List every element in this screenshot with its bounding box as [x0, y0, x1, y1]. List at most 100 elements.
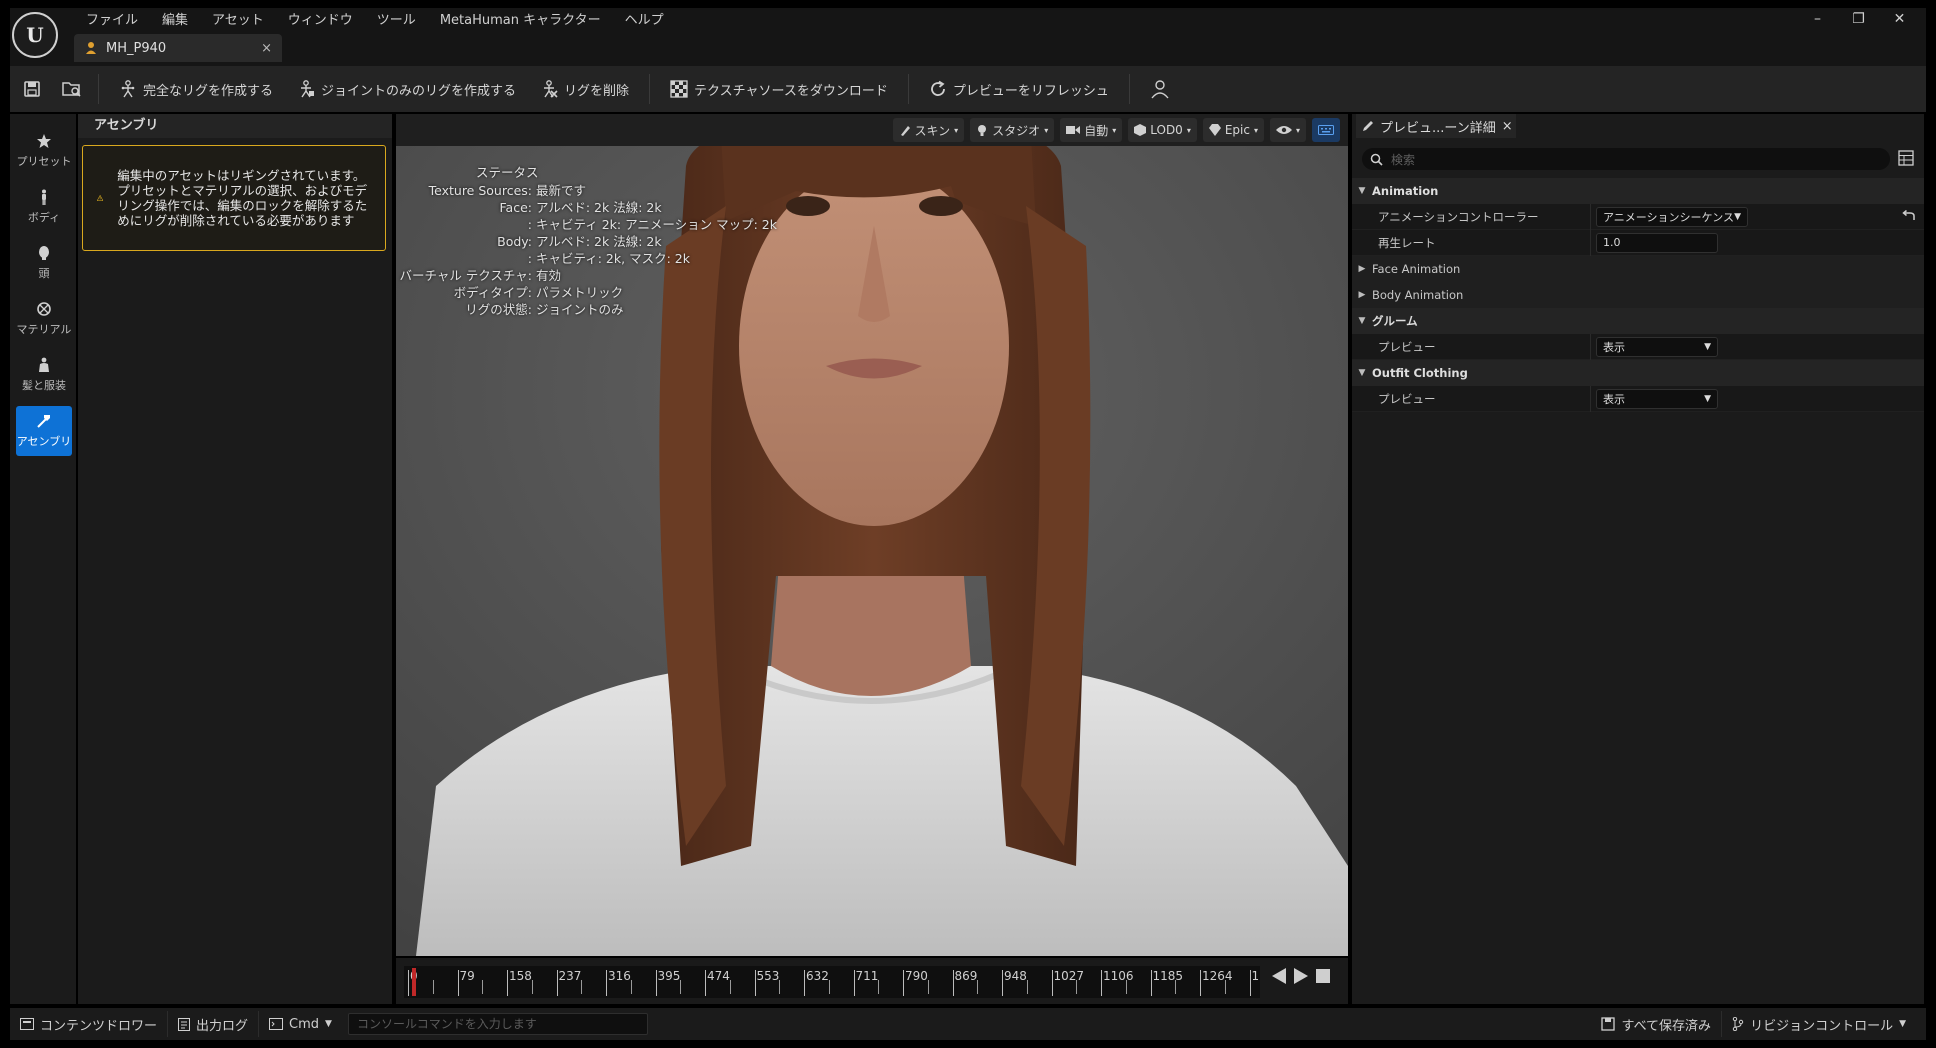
- mode-material[interactable]: マテリアル: [16, 294, 72, 344]
- status-row: : キャビティ 2k: アニメーション マップ: 2k: [396, 216, 796, 233]
- status-value: アルベド: 2k 法線: 2k: [536, 234, 662, 249]
- diamond-icon: [1208, 124, 1221, 136]
- quality-button[interactable]: Epic ▾: [1202, 118, 1264, 142]
- minimize-button[interactable]: –: [1797, 8, 1838, 30]
- camera-icon: [1066, 126, 1081, 134]
- brush-icon: [900, 126, 910, 136]
- close-tab-icon[interactable]: ×: [261, 41, 272, 56]
- mode-body[interactable]: ボディ: [16, 182, 72, 232]
- revision-control-button[interactable]: リビジョンコントロール ▼: [1722, 1011, 1916, 1037]
- skin-button[interactable]: スキン ▾: [892, 118, 965, 142]
- save-button[interactable]: [14, 73, 50, 105]
- body-animation-row[interactable]: ▶ Body Animation: [1352, 282, 1924, 308]
- status-key: Texture Sources:: [428, 183, 532, 198]
- play-button[interactable]: [1294, 968, 1308, 984]
- user-icon: [1151, 80, 1169, 99]
- timeline-tick: [903, 970, 904, 996]
- viewport-toolbar: スキン ▾ スタジオ ▾ 自動 ▾ LOD0 ▾ Epic ▾ ▾: [396, 114, 1348, 146]
- cmd-selector[interactable]: Cmd ▼: [259, 1011, 342, 1037]
- menu-edit[interactable]: 編集: [150, 10, 200, 32]
- visibility-button[interactable]: ▾: [1269, 118, 1306, 142]
- timeline-tick-label: 553: [756, 969, 780, 983]
- face-animation-label: Face Animation: [1372, 262, 1461, 276]
- timeline-minor-tick: [927, 980, 929, 994]
- menu-metahuman-character[interactable]: MetaHuman キャラクター: [428, 10, 613, 32]
- mode-head-label: 頭: [38, 267, 50, 280]
- reset-arrow-icon: [1902, 210, 1915, 220]
- outfit-preview-row: プレビュー 表示 ▼: [1352, 386, 1924, 412]
- eye-icon: [1275, 126, 1292, 134]
- user-button[interactable]: [1142, 73, 1178, 105]
- content-drawer-button[interactable]: コンテンツドロワー: [10, 1011, 169, 1037]
- keyboard-toggle-button[interactable]: [1312, 118, 1340, 142]
- refresh-preview-button[interactable]: プレビューをリフレッシュ: [917, 72, 1121, 106]
- timeline-tick-label: 632: [806, 969, 829, 983]
- status-value: 最新です: [536, 183, 587, 198]
- category-animation[interactable]: ▼ Animation: [1352, 178, 1924, 204]
- timeline-tick: [655, 970, 657, 996]
- studio-button[interactable]: スタジオ ▾: [970, 118, 1055, 142]
- timeline-tick-label: 790: [905, 969, 928, 983]
- expand-right-icon: ▶: [1358, 264, 1366, 274]
- browse-button[interactable]: [54, 73, 90, 105]
- stop-button[interactable]: [1316, 969, 1330, 983]
- lod-button[interactable]: LOD0 ▾: [1128, 118, 1197, 142]
- menu-window[interactable]: ウィンドウ: [276, 10, 365, 32]
- groom-preview-dropdown[interactable]: 表示 ▼: [1596, 337, 1718, 357]
- timeline-minor-tick: [1026, 980, 1028, 994]
- remove-rig-button[interactable]: リグを削除: [528, 72, 641, 106]
- mode-preset[interactable]: プリセット: [16, 126, 72, 176]
- menu-tools[interactable]: ツール: [365, 10, 428, 32]
- timeline-playhead[interactable]: [412, 968, 416, 996]
- outfit-preview-dropdown[interactable]: 表示 ▼: [1596, 389, 1718, 409]
- pencil-icon: [1363, 121, 1373, 131]
- anim-controller-dropdown[interactable]: アニメーションシーケンス ▼: [1596, 207, 1748, 227]
- viewport[interactable]: スキン ▾ スタジオ ▾ 自動 ▾ LOD0 ▾ Epic ▾ ▾ ステータス …: [396, 114, 1348, 956]
- chevron-down-icon: ▾: [1186, 125, 1191, 135]
- details-search-input[interactable]: 検索: [1362, 148, 1890, 170]
- face-animation-row[interactable]: ▶ Face Animation: [1352, 256, 1924, 282]
- chevron-down-icon: ▼: [1704, 394, 1711, 404]
- status-key: Body:: [497, 234, 532, 249]
- category-groom[interactable]: ▼ グルーム: [1352, 308, 1924, 334]
- timeline-tick-label: 158: [509, 969, 532, 983]
- play-reverse-button[interactable]: [1272, 968, 1286, 984]
- create-joint-rig-button[interactable]: ジョイントのみのリグを作成する: [285, 72, 528, 106]
- playrate-input[interactable]: 1.0: [1596, 233, 1718, 253]
- timeline-tick: [754, 970, 756, 996]
- camera-auto-button[interactable]: 自動 ▾: [1060, 118, 1123, 142]
- content-drawer-label: コンテンツドロワー: [40, 1018, 158, 1034]
- head-icon: [39, 246, 49, 260]
- timeline-tick-label: 1027: [1053, 969, 1085, 983]
- column-divider: [1590, 334, 1591, 360]
- create-full-rig-button[interactable]: 完全なリグを作成する: [107, 72, 285, 106]
- menu-asset[interactable]: アセット: [200, 10, 276, 32]
- document-tab[interactable]: MH_P940 ×: [74, 34, 282, 62]
- details-tab[interactable]: プレビュ...ーン詳細 ×: [1356, 114, 1516, 138]
- groom-preview-label: プレビュー: [1378, 339, 1436, 354]
- reset-to-default-button[interactable]: [1902, 210, 1916, 222]
- timeline-minor-tick: [1076, 980, 1078, 994]
- menu-help[interactable]: ヘルプ: [613, 10, 676, 32]
- download-texture-button[interactable]: テクスチャソースをダウンロード: [658, 72, 900, 106]
- output-log-button[interactable]: 出力ログ: [168, 1011, 260, 1037]
- revision-control-label: リビジョンコントロール: [1750, 1018, 1894, 1034]
- category-outfit-clothing[interactable]: ▼ Outfit Clothing: [1352, 360, 1924, 386]
- status-value: パラメトリック: [536, 285, 624, 300]
- status-title: ステータス: [476, 165, 539, 180]
- restore-button[interactable]: ❐: [1838, 8, 1879, 30]
- mode-hair-clothing[interactable]: 髪と服装: [16, 350, 72, 400]
- rig-icon: [121, 80, 135, 98]
- console-command-input[interactable]: コンソールコマンドを入力します: [347, 1013, 648, 1035]
- status-row: : キャビティ: 2k, マスク: 2k: [396, 250, 796, 267]
- close-tab-icon[interactable]: ×: [1502, 119, 1513, 134]
- close-window-button[interactable]: ✕: [1879, 8, 1920, 30]
- mode-head[interactable]: 頭: [16, 238, 72, 288]
- menu-file[interactable]: ファイル: [74, 10, 150, 32]
- timeline-ruler[interactable]: 0791582373163954745536327117908699481027…: [404, 966, 1260, 998]
- timeline-tick: [804, 970, 805, 996]
- unreal-logo[interactable]: U: [12, 12, 58, 58]
- table-view-button[interactable]: [1898, 150, 1914, 166]
- save-all-button[interactable]: すべて保存済み: [1591, 1011, 1723, 1037]
- mode-assembly[interactable]: アセンブリ: [16, 406, 72, 456]
